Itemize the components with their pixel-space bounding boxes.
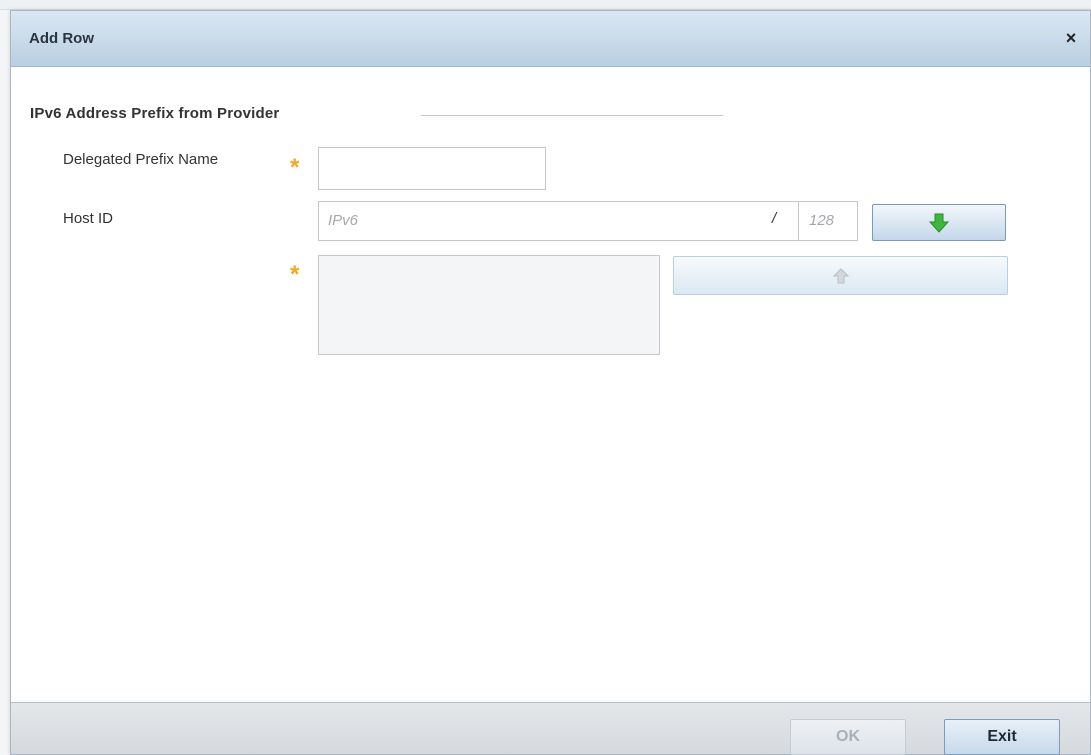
exit-button[interactable]: Exit — [944, 719, 1060, 755]
prefix-separator: / — [772, 210, 777, 227]
host-id-list[interactable] — [318, 255, 660, 355]
ok-button[interactable]: OK — [790, 719, 906, 755]
dialog-titlebar: Add Row × — [11, 11, 1090, 67]
gray-arrow-up-icon — [833, 268, 849, 284]
required-star-icon: * — [290, 261, 300, 288]
add-host-id-button[interactable] — [872, 204, 1006, 241]
ipv6-placeholder: IPv6 — [328, 212, 359, 229]
required-star-icon: * — [290, 154, 300, 181]
host-id-ipv6-input[interactable]: IPv6 / — [318, 201, 800, 241]
dialog-content: IPv6 Address Prefix from Provider Delega… — [11, 68, 1090, 702]
background-toolbar — [0, 0, 1091, 10]
section-divider — [421, 115, 723, 116]
remove-host-id-button[interactable] — [673, 256, 1008, 295]
dialog-footer: OK Exit — [11, 702, 1090, 755]
delegated-prefix-name-input[interactable] — [318, 147, 546, 190]
add-row-dialog: Add Row × IPv6 Address Prefix from Provi… — [10, 10, 1091, 755]
delegated-prefix-name-label: Delegated Prefix Name — [63, 151, 219, 168]
prefix-length-placeholder: 128 — [809, 212, 835, 229]
close-button[interactable]: × — [1062, 29, 1080, 47]
background-panel — [0, 10, 10, 755]
prefix-length-input[interactable]: 128 — [798, 201, 858, 241]
green-arrow-down-icon — [929, 213, 949, 233]
section-title: IPv6 Address Prefix from Provider — [30, 105, 280, 122]
dialog-title: Add Row — [29, 30, 94, 47]
host-id-label: Host ID — [63, 210, 114, 227]
